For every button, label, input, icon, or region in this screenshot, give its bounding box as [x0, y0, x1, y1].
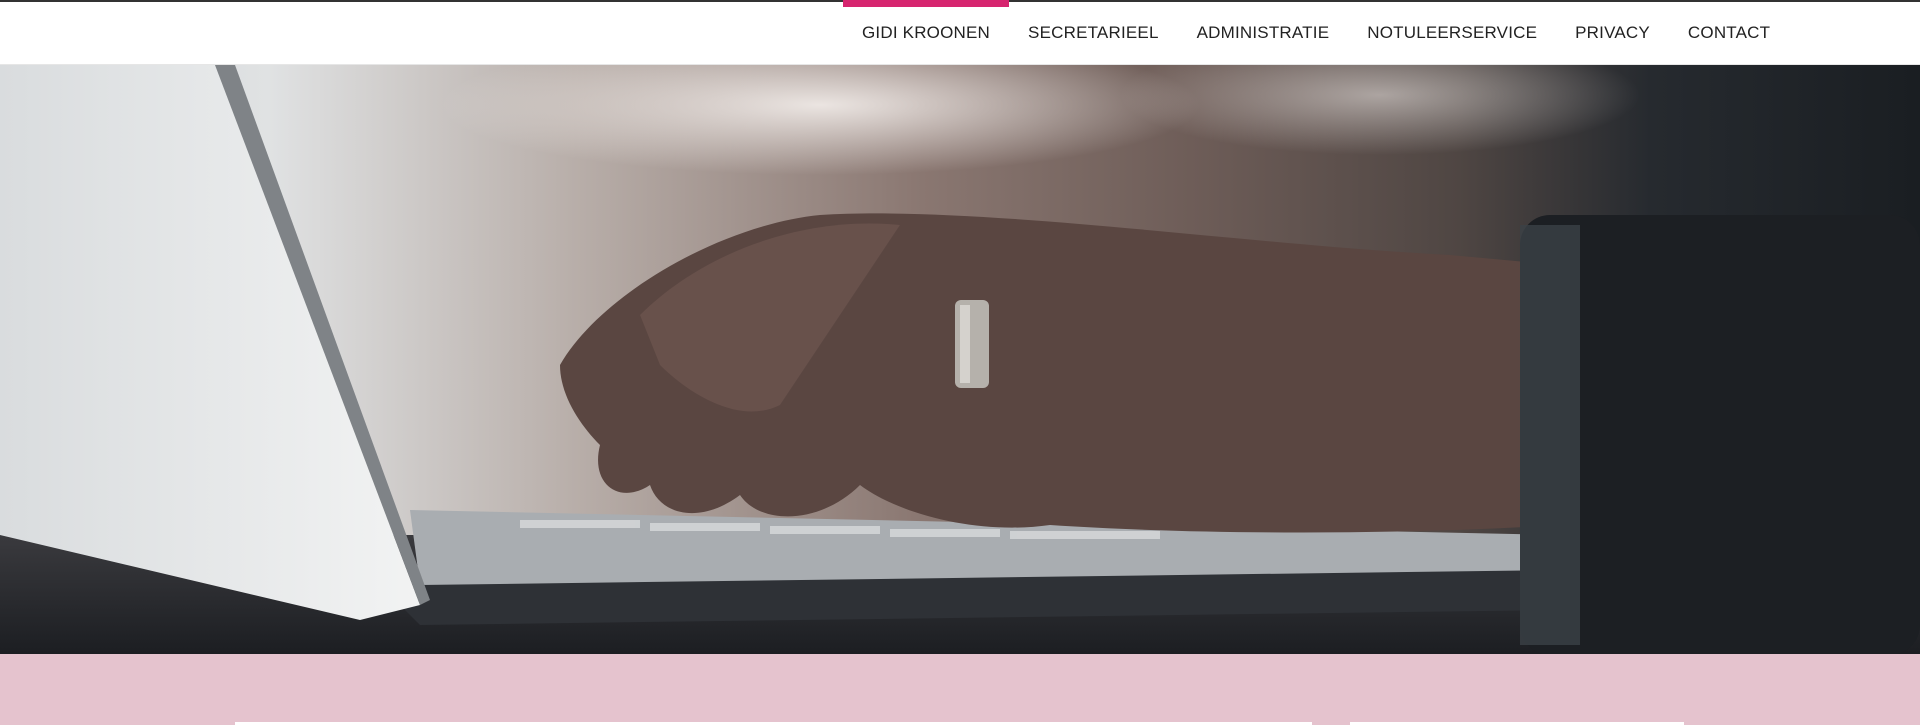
site-header: GIDI KROONEN SECRETARIEEL ADMINISTRATIE …: [0, 0, 1920, 65]
main-content-card: [235, 722, 1312, 728]
nav-item-administratie[interactable]: ADMINISTRATIE: [1178, 2, 1349, 64]
nav-item-secretarieel[interactable]: SECRETARIEEL: [1009, 2, 1178, 64]
main-navigation: GIDI KROONEN SECRETARIEEL ADMINISTRATIE …: [843, 0, 1789, 64]
nav-item-notuleerservice[interactable]: NOTULEERSERVICE: [1348, 2, 1556, 64]
nav-item-privacy[interactable]: PRIVACY: [1556, 2, 1669, 64]
laptop-typing-photo: [0, 65, 1920, 654]
nav-item-gidi-kroonen[interactable]: GIDI KROONEN: [843, 0, 1010, 64]
content-band: [0, 654, 1920, 728]
sidebar-card: [1350, 722, 1684, 728]
nav-item-contact[interactable]: CONTACT: [1669, 2, 1789, 64]
hero-image: [0, 65, 1920, 654]
